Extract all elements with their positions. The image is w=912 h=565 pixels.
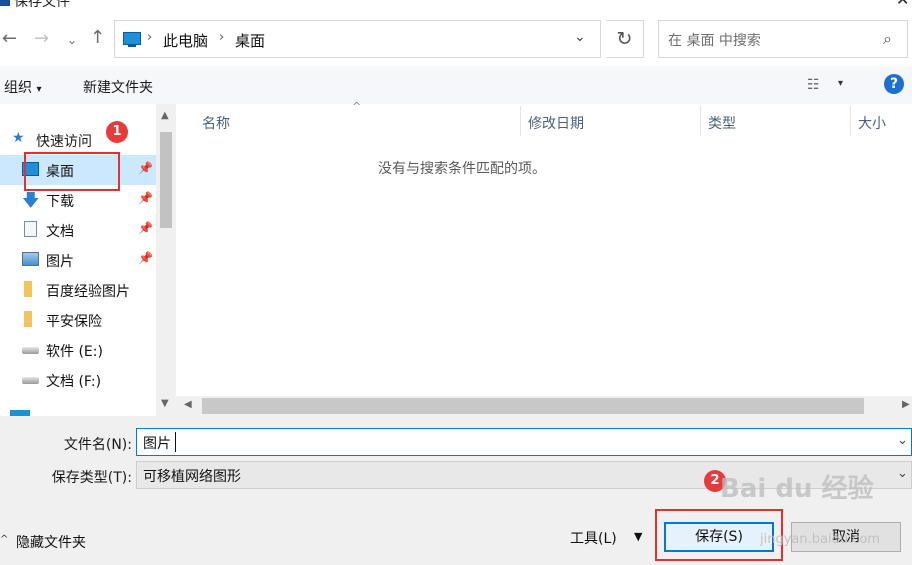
- sidebar-item-label: 平安保险: [46, 314, 102, 330]
- organize-label: 组织: [4, 80, 32, 96]
- column-divider[interactable]: [700, 106, 701, 136]
- address-dropdown-icon[interactable]: ⌄: [574, 29, 586, 45]
- view-dropdown-icon[interactable]: ▾: [838, 78, 843, 89]
- nav-scrollbar-thumb[interactable]: [160, 132, 172, 228]
- empty-list-message: 没有与搜索条件匹配的项。: [378, 161, 546, 177]
- recent-locations-chevron-icon[interactable]: ⌄: [67, 30, 77, 50]
- scroll-down-icon[interactable]: ▼: [161, 398, 169, 409]
- pin-icon[interactable]: 📌: [138, 161, 153, 175]
- sidebar-item-documents[interactable]: 文档 📌: [0, 215, 156, 245]
- forward-arrow-icon[interactable]: →: [34, 29, 49, 49]
- tools-dropdown-icon[interactable]: ▼: [634, 530, 642, 543]
- address-bar[interactable]: › 此电脑 › 桌面 ⌄: [114, 20, 601, 58]
- breadcrumb-chevron-icon[interactable]: ›: [147, 30, 152, 45]
- sidebar-item-folder-pingan[interactable]: 平安保险: [0, 305, 156, 335]
- scroll-up-icon[interactable]: ▲: [161, 110, 169, 121]
- watermark-logo: Bai du 经验: [720, 474, 874, 504]
- window-title: 保存文件: [14, 0, 70, 10]
- pin-icon[interactable]: 📌: [138, 251, 153, 265]
- sidebar-item-label: 软件 (E:): [46, 344, 103, 360]
- column-divider[interactable]: [850, 106, 851, 136]
- close-icon[interactable]: ✕: [896, 0, 909, 9]
- filename-input[interactable]: 图片: [143, 433, 171, 453]
- breadcrumb-desktop[interactable]: 桌面: [235, 30, 265, 51]
- filename-field[interactable]: 图片 ⌄: [136, 428, 912, 456]
- sidebar-item-label: 文档: [46, 224, 74, 240]
- organize-menu[interactable]: 组织 ▾: [4, 77, 41, 97]
- help-icon[interactable]: ?: [884, 74, 904, 94]
- filetype-dropdown-icon[interactable]: ⌄: [897, 466, 908, 481]
- sidebar-item-label: 图片: [46, 254, 74, 270]
- sidebar-item-pictures[interactable]: 图片 📌: [0, 245, 156, 275]
- search-icon[interactable]: ⌕: [883, 29, 892, 49]
- folder-icon: [24, 311, 32, 327]
- dropdown-triangle-icon: ▾: [36, 84, 42, 95]
- sidebar-item-label: 文档 (F:): [46, 374, 102, 390]
- filename-label: 文件名(N):: [63, 437, 132, 453]
- computer-icon: [123, 32, 141, 47]
- filetype-label: 保存类型(T):: [51, 470, 132, 486]
- command-bar: 组织 ▾ 新建文件夹 ☷ ▾ ?: [0, 66, 912, 104]
- sidebar-item-drive-f[interactable]: 文档 (F:): [0, 365, 156, 395]
- sidebar-item-folder-baidu[interactable]: 百度经验图片: [0, 275, 156, 305]
- column-divider[interactable]: [520, 106, 521, 136]
- watermark-url: jingyan.baidu.com: [760, 532, 880, 547]
- column-size[interactable]: 大小: [858, 113, 886, 147]
- view-list-icon[interactable]: ☷: [807, 77, 820, 93]
- scroll-right-icon[interactable]: ▶: [902, 399, 910, 410]
- sidebar-item-label: 百度经验图片: [46, 284, 130, 300]
- sort-caret-icon: ^: [352, 100, 362, 113]
- annotation-marker-1: 1: [106, 121, 128, 143]
- filename-dropdown-icon[interactable]: ⌄: [897, 433, 908, 448]
- pin-icon[interactable]: 📌: [138, 191, 153, 205]
- hide-folders-label: 隐藏文件夹: [16, 535, 86, 551]
- new-folder-button[interactable]: 新建文件夹: [83, 77, 153, 97]
- picture-icon: [22, 252, 39, 266]
- column-date-modified[interactable]: 修改日期: [528, 113, 584, 147]
- search-box[interactable]: 在 桌面 中搜索 ⌕: [658, 20, 908, 58]
- refresh-icon[interactable]: ↻: [606, 20, 644, 58]
- drive-icon: [22, 347, 39, 354]
- list-scrollbar-thumb[interactable]: [202, 398, 864, 414]
- sidebar-item-label: 下载: [46, 194, 74, 210]
- document-icon: [24, 221, 37, 237]
- drive-icon: [22, 377, 39, 384]
- column-type[interactable]: 类型: [708, 113, 736, 147]
- title-bar: 保存文件 ✕: [0, 0, 912, 14]
- quick-access-header[interactable]: 快速访问: [36, 131, 92, 151]
- pin-icon[interactable]: 📌: [138, 221, 153, 235]
- search-input[interactable]: 在 桌面 中搜索: [668, 30, 761, 50]
- breadcrumb-this-pc[interactable]: 此电脑: [163, 30, 208, 51]
- tools-menu[interactable]: 工具(L): [570, 528, 617, 548]
- navigation-pane: ★ 快速访问 桌面 📌 🡇 下载 📌 文档 📌 图片 📌 百度经验图片 平安保险…: [0, 104, 176, 416]
- breadcrumb-chevron-icon[interactable]: ›: [219, 30, 224, 45]
- annotation-box-desktop: [24, 152, 120, 191]
- app-icon: [0, 0, 10, 6]
- folder-icon: [24, 281, 32, 297]
- scroll-left-icon[interactable]: ◀: [184, 399, 192, 410]
- column-name[interactable]: 名称: [202, 113, 230, 147]
- sidebar-item-drive-e[interactable]: 软件 (E:): [0, 335, 156, 365]
- star-icon: ★: [12, 130, 25, 146]
- filetype-value: 可移植网络图形: [143, 469, 241, 485]
- back-arrow-icon[interactable]: ←: [2, 29, 17, 49]
- text-caret: [175, 432, 176, 452]
- up-arrow-icon[interactable]: ↑: [90, 28, 105, 48]
- collapse-caret-icon: ^: [0, 534, 9, 545]
